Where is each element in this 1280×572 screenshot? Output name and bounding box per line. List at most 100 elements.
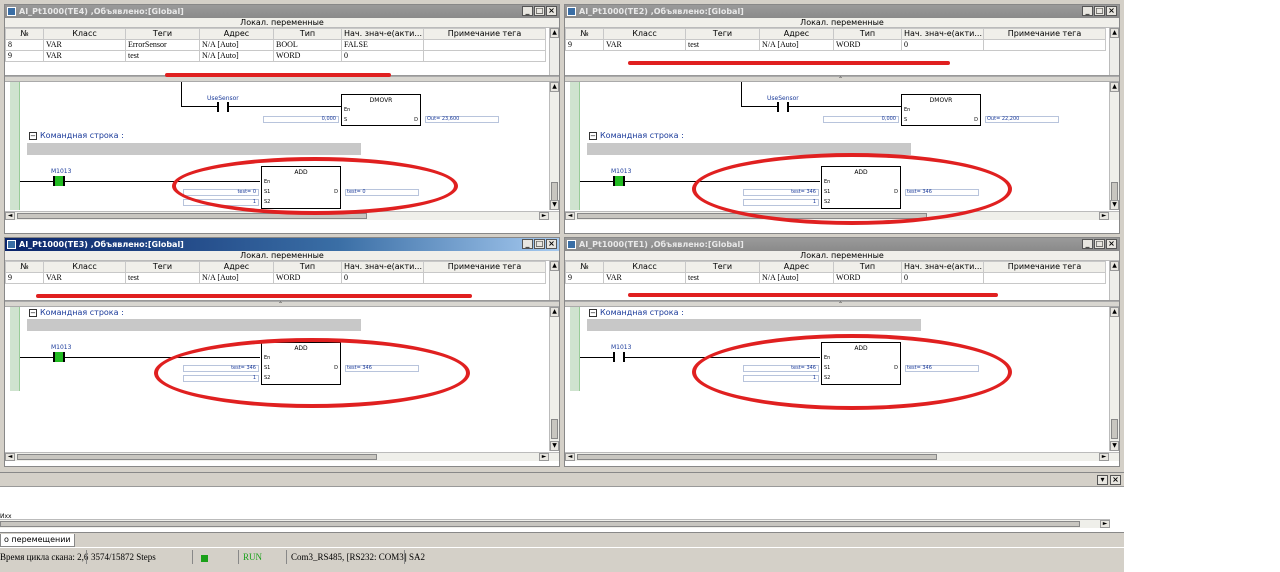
maximize-button[interactable]: □ xyxy=(1094,6,1105,16)
col-address[interactable]: Адрес xyxy=(759,28,834,40)
window-te4-titlebar[interactable]: AI_Pt1000(TE4) ,Объявлено:[Global] _ □ × xyxy=(5,5,559,18)
col-type[interactable]: Тип xyxy=(833,28,902,40)
window-te1-titlebar[interactable]: AI_Pt1000(TE1) ,Объявлено:[Global] _ □ × xyxy=(565,238,1119,251)
close-button[interactable]: × xyxy=(546,239,557,249)
grid-scrollbar[interactable]: ▲ xyxy=(1109,261,1119,300)
cell-tag[interactable]: test xyxy=(125,272,200,284)
command-line-label[interactable]: − Командная строка : xyxy=(29,308,124,317)
s-value[interactable]: 0,000 xyxy=(823,116,899,123)
col-class[interactable]: Класс xyxy=(43,261,126,273)
cell-tag[interactable]: ErrorSensor xyxy=(125,39,200,51)
panel-pin-button[interactable]: ▾ xyxy=(1097,475,1108,485)
col-type[interactable]: Тип xyxy=(273,28,342,40)
ladder-vscrollbar[interactable]: ▲ ▼ xyxy=(549,82,559,210)
cell-address[interactable]: N/A [Auto] xyxy=(199,39,274,51)
col-tag[interactable]: Теги xyxy=(125,28,200,40)
col-no[interactable]: № xyxy=(565,28,604,40)
cell-no[interactable]: 8 xyxy=(5,39,44,51)
ladder-hscrollbar[interactable]: ◄ ► xyxy=(565,452,1119,461)
cell-init[interactable]: 0 xyxy=(341,272,424,284)
contact-m1013[interactable] xyxy=(53,352,65,362)
table-row[interactable]: 8 VAR ErrorSensor N/A [Auto] BOOL FALSE xyxy=(5,39,546,51)
cell-type[interactable]: WORD xyxy=(833,39,902,51)
cell-no[interactable]: 9 xyxy=(5,50,44,62)
minimize-button[interactable]: _ xyxy=(1082,239,1093,249)
table-row[interactable]: 9 VAR test N/A [Auto] WORD 0 xyxy=(5,272,546,284)
out-value[interactable]: Out= 23,600 xyxy=(425,116,499,123)
cell-init[interactable]: 0 xyxy=(901,39,984,51)
col-class[interactable]: Класс xyxy=(603,261,686,273)
window-te2-titlebar[interactable]: AI_Pt1000(TE2) ,Объявлено:[Global] _ □ × xyxy=(565,5,1119,18)
contact-usesensor[interactable] xyxy=(217,102,229,112)
close-button[interactable]: × xyxy=(1106,239,1117,249)
grid-scrollbar[interactable]: ▲ xyxy=(1109,28,1119,75)
command-line-label[interactable]: − Командная строка : xyxy=(589,131,684,140)
maximize-button[interactable]: □ xyxy=(534,6,545,16)
local-variables-grid[interactable]: Локал. переменные № Класс Теги Адрес Тип… xyxy=(565,18,1119,76)
window-te3-titlebar[interactable]: AI_Pt1000(TE3) ,Объявлено:[Global] _ □ × xyxy=(5,238,559,251)
tab-movement[interactable]: о перемещении xyxy=(0,534,75,547)
col-type[interactable]: Тип xyxy=(833,261,902,273)
minimize-button[interactable]: _ xyxy=(522,239,533,249)
output-hscrollbar[interactable]: ► xyxy=(0,519,1110,528)
col-class[interactable]: Класс xyxy=(603,28,686,40)
cell-tag[interactable]: test xyxy=(685,272,760,284)
cell-type[interactable]: WORD xyxy=(833,272,902,284)
col-note[interactable]: Примечание тега xyxy=(983,261,1106,273)
cell-note[interactable] xyxy=(983,272,1106,284)
command-line-label[interactable]: − Командная строка : xyxy=(589,308,684,317)
cell-class[interactable]: VAR xyxy=(43,50,126,62)
col-init[interactable]: Нач. знач-е(акти... xyxy=(341,261,424,273)
cell-note[interactable] xyxy=(423,272,546,284)
dmovr-block[interactable]: DMOVR En S D xyxy=(341,94,421,126)
command-line-input[interactable] xyxy=(27,143,361,155)
cell-init[interactable]: 0 xyxy=(901,272,984,284)
cell-note[interactable] xyxy=(423,50,546,62)
col-address[interactable]: Адрес xyxy=(199,261,274,273)
contact-m1013[interactable] xyxy=(53,176,65,186)
command-line-input[interactable] xyxy=(27,319,361,331)
s-value[interactable]: 0,000 xyxy=(263,116,339,123)
out-value[interactable]: Out= 22,200 xyxy=(985,116,1059,123)
col-note[interactable]: Примечание тега xyxy=(423,261,546,273)
close-button[interactable]: × xyxy=(546,6,557,16)
col-tag[interactable]: Теги xyxy=(685,261,760,273)
col-address[interactable]: Адрес xyxy=(199,28,274,40)
maximize-button[interactable]: □ xyxy=(534,239,545,249)
command-line-label[interactable]: − Командная строка : xyxy=(29,131,124,140)
grid-scrollbar[interactable]: ▲ xyxy=(549,28,559,75)
col-note[interactable]: Примечание тега xyxy=(423,28,546,40)
col-no[interactable]: № xyxy=(565,261,604,273)
col-type[interactable]: Тип xyxy=(273,261,342,273)
col-tag[interactable]: Теги xyxy=(125,261,200,273)
collapse-icon[interactable]: − xyxy=(29,132,37,140)
ladder-vscrollbar[interactable]: ▲ ▼ xyxy=(1109,307,1119,451)
maximize-button[interactable]: □ xyxy=(1094,239,1105,249)
cell-class[interactable]: VAR xyxy=(603,272,686,284)
cell-no[interactable]: 9 xyxy=(565,272,604,284)
col-init[interactable]: Нач. знач-е(акти... xyxy=(341,28,424,40)
contact-m1013[interactable] xyxy=(613,176,625,186)
cell-class[interactable]: VAR xyxy=(43,272,126,284)
command-line-input[interactable] xyxy=(587,319,921,331)
col-no[interactable]: № xyxy=(5,28,44,40)
contact-m1013[interactable] xyxy=(613,352,625,362)
cell-no[interactable]: 9 xyxy=(5,272,44,284)
table-row[interactable]: 9 VAR test N/A [Auto] WORD 0 xyxy=(5,50,546,62)
grid-scrollbar[interactable]: ▲ xyxy=(549,261,559,300)
ladder-vscrollbar[interactable]: ▲ ▼ xyxy=(1109,82,1119,210)
cell-init[interactable]: FALSE xyxy=(341,39,424,51)
col-note[interactable]: Примечание тега xyxy=(983,28,1106,40)
col-no[interactable]: № xyxy=(5,261,44,273)
close-button[interactable]: × xyxy=(1106,6,1117,16)
dmovr-block[interactable]: DMOVR En S D xyxy=(901,94,981,126)
collapse-icon[interactable]: − xyxy=(589,309,597,317)
cell-address[interactable]: N/A [Auto] xyxy=(199,272,274,284)
col-class[interactable]: Класс xyxy=(43,28,126,40)
cell-no[interactable]: 9 xyxy=(565,39,604,51)
cell-tag[interactable]: test xyxy=(125,50,200,62)
cell-address[interactable]: N/A [Auto] xyxy=(759,272,834,284)
minimize-button[interactable]: _ xyxy=(1082,6,1093,16)
cell-address[interactable]: N/A [Auto] xyxy=(759,39,834,51)
cell-type[interactable]: BOOL xyxy=(273,39,342,51)
